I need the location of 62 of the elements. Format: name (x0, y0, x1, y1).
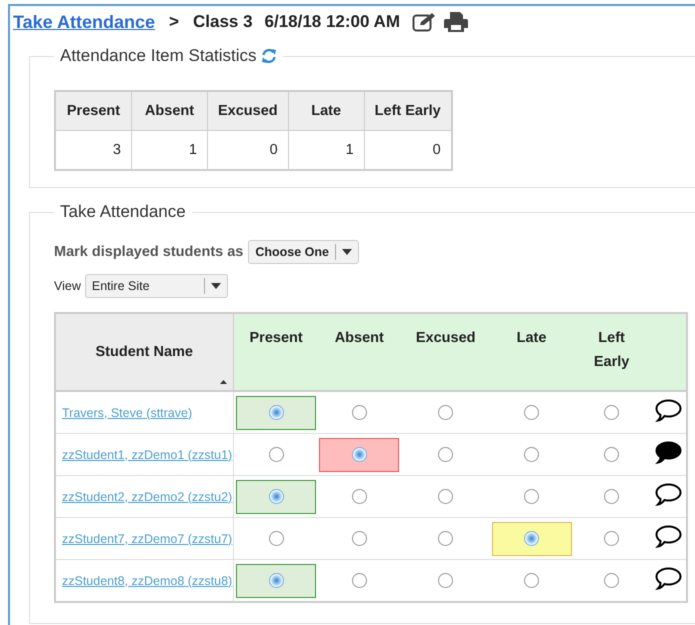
radio-button[interactable] (604, 447, 620, 462)
printer-icon[interactable] (444, 11, 468, 33)
column-header: Absent (132, 91, 208, 130)
radio-button[interactable] (438, 573, 454, 588)
student-link[interactable]: zzStudent7, zzDemo7 (zzstu7) (62, 532, 232, 546)
radio-button[interactable] (268, 405, 284, 420)
edit-icon[interactable] (412, 12, 436, 32)
student-link[interactable]: zzStudent1, zzDemo1 (zzstu1) (62, 448, 232, 462)
refresh-icon[interactable] (260, 48, 277, 64)
radio-button[interactable] (524, 531, 540, 546)
column-header[interactable]: Student Name (55, 313, 233, 391)
comment-icon[interactable] (655, 524, 682, 548)
radio-button[interactable] (438, 405, 454, 420)
column-header: Late (492, 313, 572, 391)
radio-button[interactable] (438, 447, 454, 462)
take-attendance-link[interactable]: Take Attendance (13, 12, 156, 32)
radio-button[interactable] (352, 531, 367, 546)
radio-button[interactable] (604, 489, 620, 504)
breadcrumb-separator: > (169, 12, 179, 32)
radio-button[interactable] (524, 489, 540, 504)
caret-icon (210, 283, 221, 289)
view-dropdown[interactable]: Entire Site (84, 274, 228, 298)
radio-button[interactable] (524, 405, 540, 420)
comment-icon[interactable] (655, 398, 682, 422)
radio-button[interactable] (352, 447, 367, 462)
column-header: Excused (400, 313, 492, 391)
radio-button[interactable] (268, 531, 284, 546)
column-header: Absent (318, 313, 400, 391)
radio-button[interactable] (438, 489, 454, 504)
student-link[interactable]: Travers, Steve (sttrave) (62, 406, 192, 420)
take-attendance-legend: Take Attendance (60, 202, 186, 222)
radio-button[interactable] (268, 447, 284, 462)
column-header: Excused (208, 91, 288, 130)
column-header: Left Early (364, 91, 452, 130)
radio-button[interactable] (268, 573, 284, 588)
column-header: Left Early (572, 313, 652, 391)
radio-button[interactable] (268, 489, 284, 504)
student-link[interactable]: zzStudent8, zzDemo8 (zzstu8) (62, 574, 232, 588)
radio-button[interactable] (524, 447, 540, 462)
radio-button[interactable] (352, 573, 367, 588)
class-name: Class 3 (192, 12, 253, 32)
radio-button[interactable] (352, 489, 367, 504)
comment-icon[interactable] (655, 566, 682, 590)
column-header: Present (55, 91, 132, 130)
mark-dropdown[interactable]: Choose One (248, 240, 359, 264)
radio-button[interactable] (604, 405, 620, 420)
radio-button[interactable] (524, 573, 540, 588)
session-date: 6/18/18 12:00 AM (264, 12, 400, 32)
radio-button[interactable] (604, 573, 620, 588)
view-label: View (54, 279, 81, 293)
radio-button[interactable] (604, 531, 620, 546)
column-header: Present (233, 313, 319, 391)
student-link[interactable]: zzStudent2, zzDemo2 (zzstu2) (62, 490, 232, 504)
column-header: Late (288, 91, 364, 130)
sort-icon[interactable] (220, 380, 226, 384)
statistics-legend: Attendance Item Statistics (60, 46, 257, 66)
radio-button[interactable] (352, 405, 367, 420)
caret-icon (342, 249, 352, 255)
comment-icon[interactable] (655, 440, 682, 464)
radio-button[interactable] (438, 531, 454, 546)
comment-icon[interactable] (655, 482, 682, 506)
mark-label: Mark displayed students as (54, 244, 244, 260)
